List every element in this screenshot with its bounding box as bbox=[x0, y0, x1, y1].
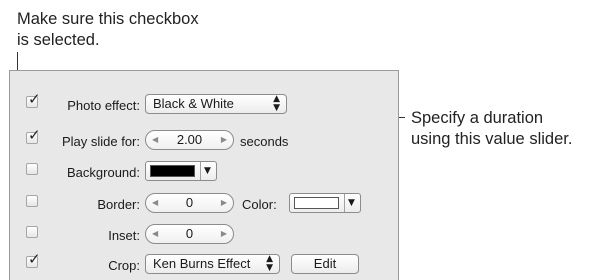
border-color-swatch bbox=[294, 197, 339, 209]
slider-left-arrow-icon[interactable]: ◀ bbox=[152, 225, 158, 243]
slide-settings-panel: ✓ Photo effect: Black & White ▲ ▼ ✓ Play … bbox=[9, 70, 399, 280]
slider-left-arrow-icon[interactable]: ◀ bbox=[152, 194, 158, 212]
crop-label: Crop: bbox=[108, 258, 140, 273]
chevron-down-icon: ▼ bbox=[204, 166, 211, 176]
inset-value: 0 bbox=[185, 226, 194, 241]
crop-popup[interactable]: Ken Burns Effect ▲ ▼ bbox=[145, 254, 280, 274]
background-label: Background: bbox=[67, 165, 140, 180]
updown-arrows-icon: ▲ ▼ bbox=[266, 254, 273, 273]
callout-right-line2: using this value slider. bbox=[411, 130, 573, 148]
callout-slider-note: Specify a duration using this value slid… bbox=[411, 108, 572, 150]
border-value: 0 bbox=[185, 195, 194, 210]
photo-effect-checkbox[interactable]: ✓ bbox=[26, 92, 41, 108]
divider bbox=[200, 162, 201, 180]
photo-effect-value: Black & White bbox=[153, 96, 234, 111]
check-icon: ✓ bbox=[28, 250, 41, 268]
play-slide-unit: seconds bbox=[240, 134, 289, 149]
inset-checkbox[interactable] bbox=[26, 226, 38, 238]
background-color-well[interactable]: ▼ bbox=[145, 161, 217, 181]
background-checkbox[interactable] bbox=[26, 163, 38, 175]
crop-edit-button[interactable]: Edit bbox=[291, 254, 359, 274]
photo-effect-label: Photo effect: bbox=[67, 98, 140, 113]
updown-arrows-icon: ▲ ▼ bbox=[273, 94, 280, 113]
slider-left-arrow-icon[interactable]: ◀ bbox=[152, 131, 158, 149]
border-color-label: Color: bbox=[242, 197, 277, 212]
play-slide-duration-slider[interactable]: ◀ 2.00 ▶ bbox=[145, 130, 234, 150]
photo-effect-popup[interactable]: Black & White ▲ ▼ bbox=[145, 94, 287, 114]
play-slide-checkbox[interactable]: ✓ bbox=[26, 128, 41, 144]
inset-label: Inset: bbox=[108, 228, 140, 243]
slider-right-arrow-icon[interactable]: ▶ bbox=[221, 131, 227, 149]
check-icon: ✓ bbox=[28, 90, 41, 108]
border-checkbox[interactable] bbox=[26, 195, 38, 207]
callout-top-line2: is selected. bbox=[17, 31, 100, 49]
play-slide-value: 2.00 bbox=[176, 132, 203, 147]
border-color-well[interactable]: ▼ bbox=[289, 193, 361, 213]
divider bbox=[344, 194, 345, 212]
crop-value: Ken Burns Effect bbox=[153, 256, 251, 271]
border-value-slider[interactable]: ◀ 0 ▶ bbox=[145, 193, 234, 213]
crop-checkbox[interactable]: ✓ bbox=[26, 252, 41, 268]
slider-right-arrow-icon[interactable]: ▶ bbox=[221, 194, 227, 212]
chevron-down-icon: ▼ bbox=[348, 198, 355, 208]
play-slide-label: Play slide for: bbox=[61, 134, 140, 149]
inset-value-slider[interactable]: ◀ 0 ▶ bbox=[145, 224, 234, 244]
callout-right-line1: Specify a duration bbox=[411, 109, 544, 127]
slider-right-arrow-icon[interactable]: ▶ bbox=[221, 225, 227, 243]
callout-checkbox-note: Make sure this checkbox is selected. bbox=[17, 9, 199, 51]
border-label: Border: bbox=[97, 197, 140, 212]
background-color-swatch bbox=[150, 165, 195, 177]
check-icon: ✓ bbox=[28, 126, 41, 144]
callout-top-line1: Make sure this checkbox bbox=[17, 10, 199, 28]
